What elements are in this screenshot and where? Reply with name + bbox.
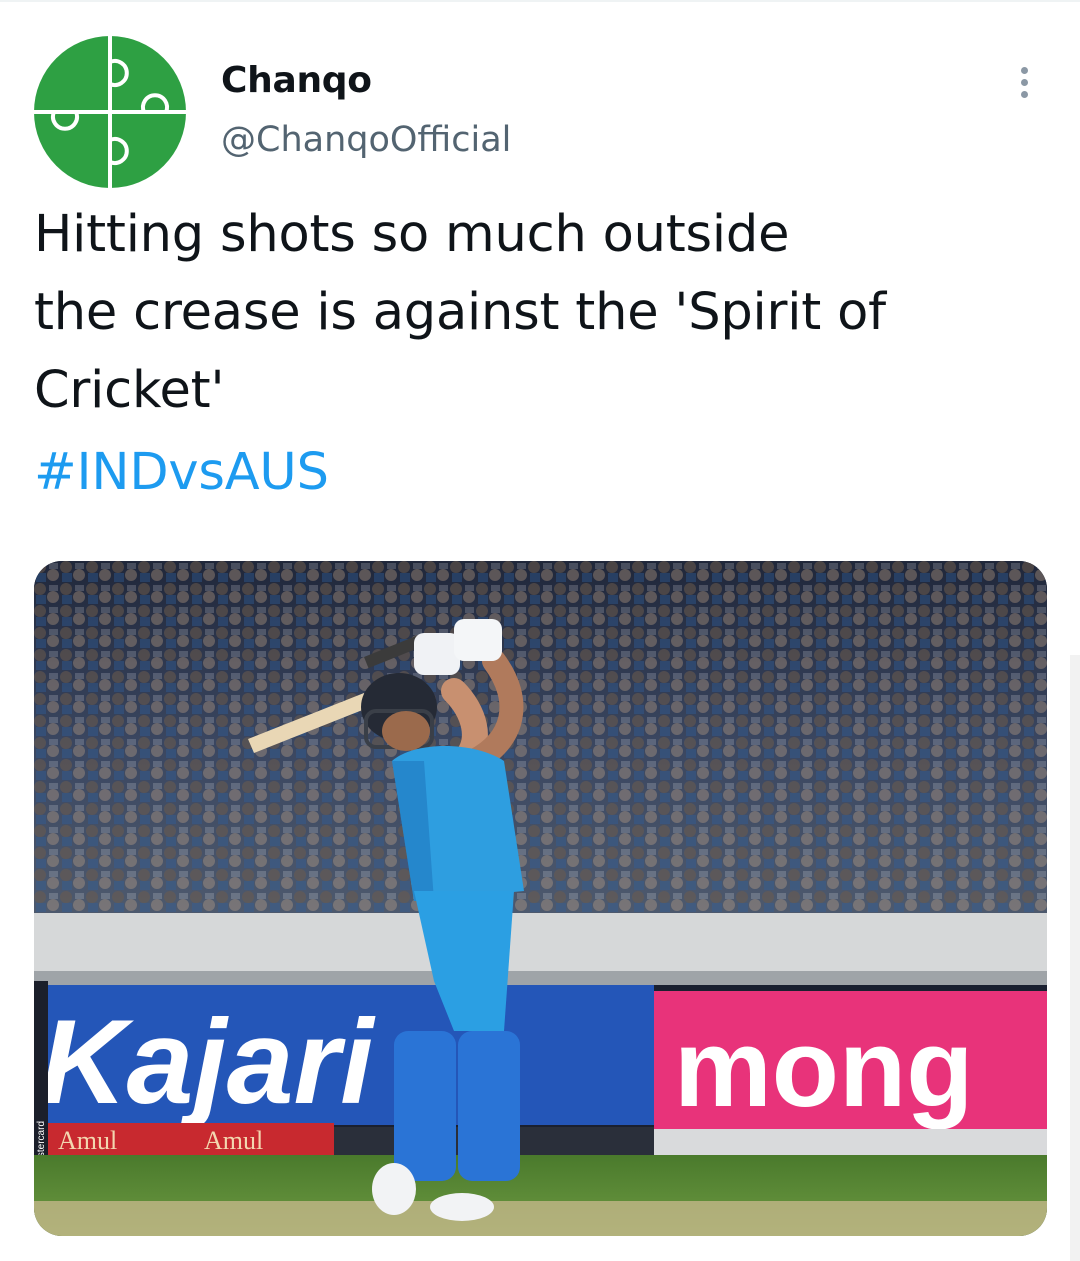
cricket-batsman-photo: Kajari mong Amul Amul mastercard [34,561,1047,1236]
more-options-dot [1020,90,1028,98]
hashtag-link[interactable]: #INDvsAUS [34,434,329,512]
scrollbar-track[interactable] [1070,655,1080,1261]
more-options-button[interactable] [1004,60,1044,104]
tweet-photo[interactable]: Kajari mong Amul Amul mastercard [34,561,1047,1236]
more-options-icon [1020,66,1028,74]
author-display-name[interactable]: Chanqo [221,60,372,101]
green-puzzle-logo-icon [34,36,186,188]
top-divider [0,0,1080,2]
kajaria-board-text: Kajari [40,995,376,1129]
tweet-text: Hitting shots so much outside the crease… [34,205,886,420]
author-handle[interactable]: @ChanqoOfficial [221,120,511,160]
mong-board-text: mong [674,1007,973,1130]
amul-board-text-2: Amul [204,1126,263,1155]
amul-board-text: Amul [58,1126,117,1155]
author-avatar[interactable] [34,36,186,188]
more-options-dot [1020,78,1028,86]
